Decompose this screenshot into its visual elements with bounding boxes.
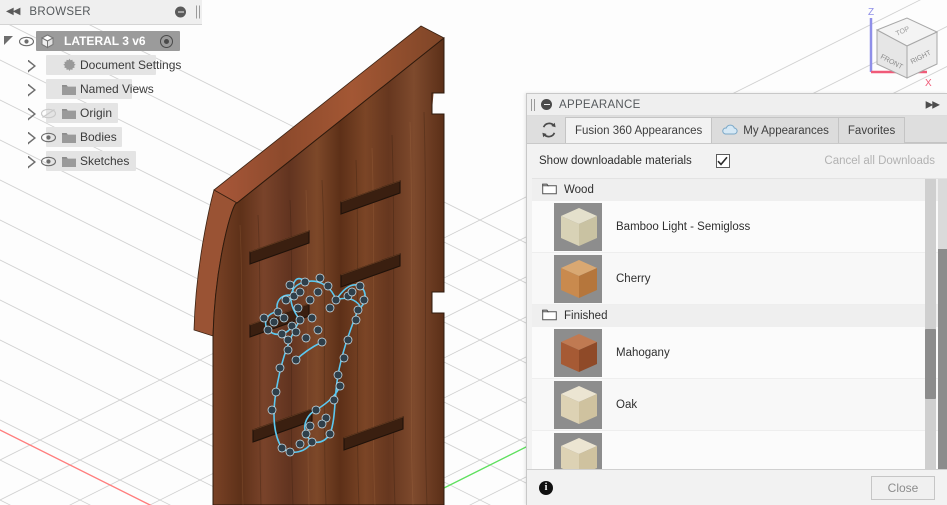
panel-scrollbar-thumb[interactable] <box>938 249 947 469</box>
tree-item-lateral-3-v6[interactable]: LATERAL 3 v6 <box>0 29 202 53</box>
downloads-row: Show downloadable materials Cancel all D… <box>527 144 947 178</box>
viewcube-z-label: Z <box>868 7 874 18</box>
browser-title: BROWSER <box>29 6 91 18</box>
list-scrollbar-track[interactable] <box>925 179 936 469</box>
appearance-title-bar[interactable]: APPEARANCE ▶▶ <box>527 94 947 116</box>
appearance-list[interactable]: Wood Bamboo Light - Semigloss Cherry Fin… <box>532 179 947 469</box>
tree-item-named-views[interactable]: Named Views <box>0 77 202 101</box>
material-label: Cherry <box>616 272 651 285</box>
model-lateral-panel <box>193 25 445 505</box>
folder-icon <box>58 155 80 168</box>
minimize-icon[interactable] <box>175 6 186 18</box>
tree-item-document-settings[interactable]: Document Settings <box>0 53 202 77</box>
tab-label: Favorites <box>847 124 896 137</box>
folder-icon <box>58 131 80 144</box>
eye-visible-icon[interactable] <box>38 132 58 143</box>
triangle-open-icon[interactable] <box>2 34 16 48</box>
cloud-icon <box>721 124 738 138</box>
viewcube-x-label: X <box>925 78 932 89</box>
folder-icon <box>542 309 557 324</box>
appearance-tabs: Fusion 360 Appearances My Appearances Fa… <box>527 116 947 144</box>
dialog-grip[interactable] <box>531 98 532 111</box>
tree-item-label: LATERAL 3 v6 <box>64 34 146 48</box>
folder-icon <box>542 183 557 198</box>
material-swatch <box>554 328 602 377</box>
info-icon[interactable]: i <box>539 480 553 495</box>
material-row-partial[interactable] <box>532 431 947 469</box>
browser-panel: ◀◀ BROWSER LATERAL 3 v6 Document Setting… <box>0 0 202 173</box>
viewcube-body: TOP FRONT RIGHT <box>875 17 939 79</box>
eye-visible-icon[interactable] <box>16 36 36 47</box>
folder-icon <box>58 107 80 120</box>
appearance-title: APPEARANCE <box>559 98 641 111</box>
tabs-filler <box>905 117 947 143</box>
tree-item-label: Document Settings <box>80 58 182 72</box>
material-row-bamboo-light-semigloss[interactable]: Bamboo Light - Semigloss <box>532 201 947 253</box>
browser-tree: LATERAL 3 v6 Document Settings Named Vie… <box>0 25 202 173</box>
material-row-oak[interactable]: Oak <box>532 379 947 431</box>
minimize-icon[interactable] <box>541 99 552 110</box>
checkmark-icon <box>717 156 728 166</box>
double-left-arrow-icon[interactable]: ◀◀ <box>6 7 20 17</box>
tree-item-label: Named Views <box>80 82 154 96</box>
list-scrollbar-thumb[interactable] <box>925 329 936 399</box>
material-label: Mahogany <box>616 346 670 359</box>
triangle-closed-icon[interactable] <box>24 58 38 72</box>
tab-favorites[interactable]: Favorites <box>837 117 906 143</box>
group-row-wood[interactable]: Wood <box>532 179 947 201</box>
panel-grip[interactable] <box>196 5 197 19</box>
tab-my-appearances[interactable]: My Appearances <box>711 117 839 143</box>
double-right-arrow-icon[interactable]: ▶▶ <box>926 99 940 110</box>
eye-visible-icon[interactable] <box>38 156 58 167</box>
tree-item-label: Bodies <box>80 130 117 144</box>
show-downloadable-checkbox[interactable] <box>715 154 730 168</box>
show-downloadable-label: Show downloadable materials <box>539 155 692 167</box>
cancel-all-downloads-button[interactable]: Cancel all Downloads <box>824 155 935 167</box>
material-label: Oak <box>616 398 638 411</box>
material-swatch <box>554 202 602 251</box>
group-label: Finished <box>564 310 608 322</box>
group-row-finished[interactable]: Finished <box>532 305 947 327</box>
close-button[interactable]: Close <box>871 475 935 500</box>
tree-item-sketches[interactable]: Sketches <box>0 149 202 173</box>
panel-scrollbar-track[interactable] <box>938 179 947 469</box>
triangle-closed-icon[interactable] <box>24 82 38 96</box>
gear-icon <box>58 58 80 73</box>
group-label: Wood <box>564 184 594 196</box>
tree-item-label: Sketches <box>80 154 130 168</box>
material-row-mahogany[interactable]: Mahogany <box>532 327 947 379</box>
tab-fusion-360-appearances[interactable]: Fusion 360 Appearances <box>565 117 713 143</box>
refresh-icon[interactable] <box>533 117 565 143</box>
appearance-dialog: APPEARANCE ▶▶ Fusion 360 Appearances My … <box>526 93 947 505</box>
appearance-footer: i Close <box>527 469 947 505</box>
tree-item-bodies[interactable]: Bodies <box>0 125 202 149</box>
triangle-closed-icon[interactable] <box>24 130 38 144</box>
material-swatch <box>554 380 602 429</box>
folder-icon <box>58 83 80 96</box>
browser-header: ◀◀ BROWSER <box>0 0 202 25</box>
activate-component-radio[interactable] <box>159 34 173 48</box>
triangle-closed-icon[interactable] <box>24 106 38 120</box>
material-swatch <box>554 432 602 469</box>
tree-item-origin[interactable]: Origin <box>0 101 202 125</box>
component-cube-icon <box>36 33 58 50</box>
tree-item-label: Origin <box>80 106 113 120</box>
triangle-closed-icon[interactable] <box>24 154 38 168</box>
material-row-cherry[interactable]: Cherry <box>532 253 947 305</box>
tab-label: Fusion 360 Appearances <box>575 124 703 137</box>
view-cube[interactable]: Z X TOP FRONT RIGHT <box>853 2 945 94</box>
appearance-list-container: Wood Bamboo Light - Semigloss Cherry Fin… <box>532 178 947 469</box>
material-label: Bamboo Light - Semigloss <box>616 220 751 233</box>
material-swatch <box>554 254 602 303</box>
eye-hidden-icon[interactable] <box>38 108 58 119</box>
tab-label: My Appearances <box>743 124 829 137</box>
